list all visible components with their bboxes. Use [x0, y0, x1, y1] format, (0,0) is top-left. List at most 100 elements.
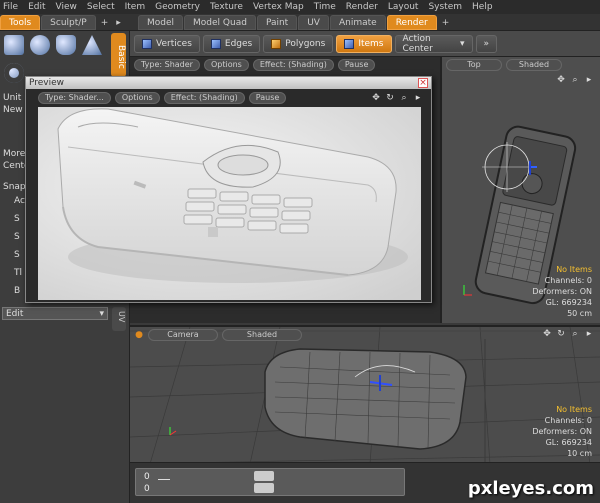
close-icon[interactable]: ×	[418, 78, 428, 88]
menu-item[interactable]: Item	[125, 2, 146, 12]
type-shader-pill[interactable]: Type: Shader	[134, 58, 200, 71]
zoom-icon[interactable]: ⌕	[399, 93, 409, 103]
tab-animate[interactable]: Animate	[329, 15, 386, 30]
menu-texture[interactable]: Texture	[210, 2, 243, 12]
tab-uv-side[interactable]: UV	[112, 307, 126, 331]
menu-select[interactable]: Select	[87, 2, 115, 12]
add-layout-icon[interactable]: +	[438, 18, 454, 28]
edit-select[interactable]: Edit ▾	[2, 307, 108, 320]
viewport-camera-info: No Items Channels: 0 Deformers: ON GL: 6…	[532, 404, 592, 459]
viewport-top-view[interactable]: Top Shaded ✥ ⌕ ▸ No Items Channels: 0 De…	[440, 57, 600, 323]
items-button[interactable]: Items	[336, 34, 392, 53]
gl-label: GL: 669234	[545, 438, 592, 447]
action-center-select[interactable]: Action Center ▾	[394, 33, 473, 54]
camera-pill[interactable]: Camera	[148, 328, 218, 341]
expand-icon[interactable]: ▸	[584, 329, 594, 339]
zoom-icon[interactable]: ⌕	[570, 329, 580, 339]
vertices-label: Vertices	[156, 38, 192, 49]
deformers-label: Deformers: ON	[532, 427, 592, 436]
cone-primitive-icon[interactable]	[82, 35, 102, 55]
no-items-label: No Items	[556, 405, 592, 414]
preview-type-pill[interactable]: Type: Shader...	[38, 91, 111, 104]
expand-toolbar-button[interactable]: »	[475, 34, 498, 53]
edges-button[interactable]: Edges	[202, 34, 261, 53]
new-label[interactable]: New	[3, 105, 23, 115]
action-center-label: Action Center	[402, 33, 433, 54]
menu-vertex-map[interactable]: Vertex Map	[253, 2, 304, 12]
add-tab-icon[interactable]: +	[97, 18, 113, 28]
tool-item-6[interactable]: B	[14, 286, 20, 296]
tab-overflow-icon[interactable]: ▸	[112, 18, 125, 28]
timeline-marker-bottom[interactable]	[254, 483, 274, 493]
menu-geometry[interactable]: Geometry	[155, 2, 200, 12]
preview-pause-pill[interactable]: Pause	[248, 91, 287, 104]
vertices-icon	[142, 38, 152, 49]
pause-pill[interactable]: Pause	[337, 58, 376, 71]
tool-item-4[interactable]: S	[14, 250, 20, 260]
menu-file[interactable]: File	[3, 2, 18, 12]
camera-grid	[130, 327, 600, 464]
no-items-label: No Items	[556, 265, 592, 274]
preview-title: Preview	[26, 77, 431, 89]
tab-basic[interactable]: Basic	[111, 33, 126, 77]
tab-sculpt[interactable]: Sculpt/P	[41, 15, 96, 30]
shaded-pill-bottom[interactable]: Shaded	[222, 328, 302, 341]
tab-paint[interactable]: Paint	[256, 15, 298, 30]
tool-item-1[interactable]: Ac	[14, 196, 25, 206]
tab-render[interactable]: Render	[386, 15, 437, 30]
tool-item-2[interactable]: S	[14, 214, 20, 224]
viewport-camera-header: ● Camera Shaded	[130, 327, 600, 342]
tab-model[interactable]: Model	[138, 15, 184, 30]
options-pill[interactable]: Options	[203, 58, 249, 71]
menu-help[interactable]: Help	[472, 2, 493, 12]
tool-item-5[interactable]: Tl	[14, 268, 22, 278]
edges-icon	[210, 38, 221, 49]
expand-icon[interactable]: ▸	[413, 93, 423, 103]
vertices-button[interactable]: Vertices	[134, 34, 200, 53]
tab-tools[interactable]: Tools	[0, 15, 41, 30]
menu-edit[interactable]: Edit	[28, 2, 45, 12]
move-view-icon[interactable]: ✥	[542, 329, 552, 339]
menu-view[interactable]: View	[56, 2, 77, 12]
cube-primitive-icon[interactable]	[4, 35, 24, 55]
menu-bar: File Edit View Select Item Geometry Text…	[0, 0, 600, 14]
more-label[interactable]: More	[3, 149, 25, 159]
refresh-icon[interactable]: ↻	[385, 93, 395, 103]
viewport-menu-icon[interactable]: ●	[134, 330, 144, 340]
channels-label: Channels: 0	[544, 416, 592, 425]
cylinder-primitive-icon[interactable]	[56, 35, 76, 55]
edit-select-value: Edit	[6, 308, 24, 319]
viewport-main-header: Type: Shader Options Effect: (Shading) P…	[130, 57, 440, 72]
tool-item-3[interactable]: S	[14, 232, 20, 242]
rendered-phone-image	[38, 107, 421, 300]
edges-label: Edges	[224, 38, 253, 49]
timeline-box[interactable]: 0 0	[135, 468, 405, 496]
menu-system[interactable]: System	[428, 2, 462, 12]
move-view-icon[interactable]: ✥	[371, 93, 381, 103]
render-output	[38, 107, 421, 300]
preview-window[interactable]: Preview × Type: Shader... Options Effect…	[25, 76, 432, 303]
preview-nav: ✥ ↻ ⌕ ▸	[371, 93, 429, 103]
main-tabs: Model Model Quad Paint UV Animate Render…	[138, 14, 453, 31]
menu-layout[interactable]: Layout	[388, 2, 419, 12]
timeline-value-2: 0	[144, 484, 150, 494]
preview-options-pill[interactable]: Options	[114, 91, 160, 104]
chevron-down-icon: ▾	[99, 308, 104, 319]
sphere-primitive-icon[interactable]	[30, 35, 50, 55]
effect-pill[interactable]: Effect: (Shading)	[252, 58, 334, 71]
tab-row: Tools Sculpt/P + ▸ Model Model Quad Pain…	[0, 14, 600, 31]
torus-primitive-icon[interactable]	[4, 63, 24, 83]
channels-label: Channels: 0	[544, 276, 592, 285]
gl-label: GL: 669234	[545, 298, 592, 307]
rotate-view-icon[interactable]: ↻	[556, 329, 566, 339]
viewport-camera[interactable]: ● Camera Shaded ✥ ↻ ⌕ ▸ No Items Channel…	[130, 325, 600, 464]
timeline-marker-top[interactable]	[254, 471, 274, 481]
tab-model-quad[interactable]: Model Quad	[184, 15, 256, 30]
menu-render[interactable]: Render	[346, 2, 378, 12]
tab-uv[interactable]: UV	[298, 15, 329, 30]
chevron-down-icon: ▾	[459, 38, 465, 49]
polygons-button[interactable]: Polygons	[263, 34, 334, 53]
preview-effect-pill[interactable]: Effect: (Shading)	[163, 91, 245, 104]
watermark-logo: pxleyes.com	[467, 478, 594, 499]
menu-time[interactable]: Time	[314, 2, 336, 12]
